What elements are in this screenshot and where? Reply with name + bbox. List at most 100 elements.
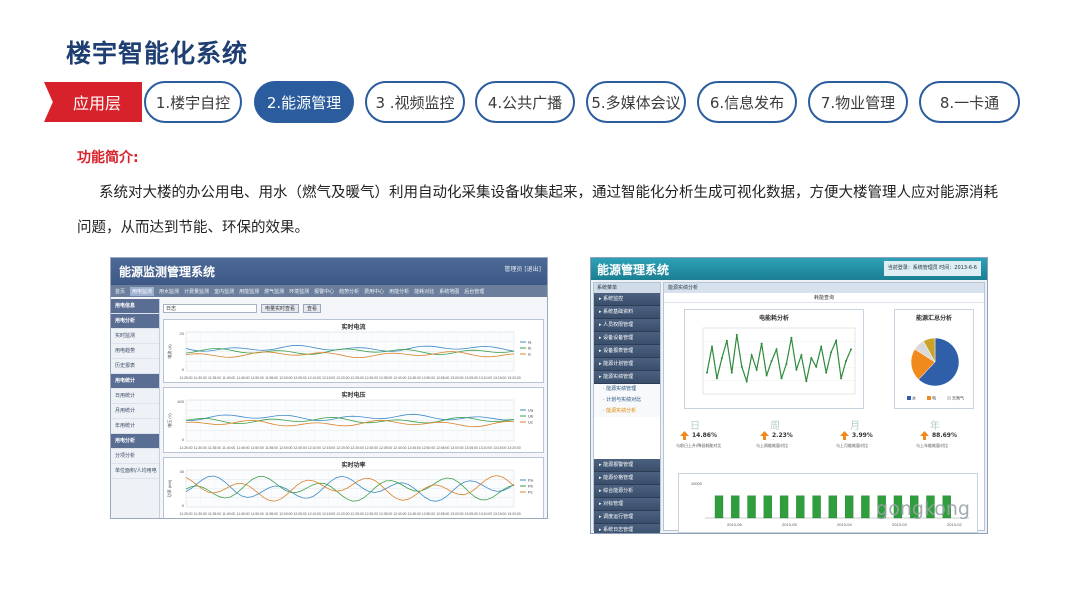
menu-item[interactable]: ▸ 设备设备管理	[594, 332, 660, 345]
power-chart-svg: 11:25:00 11:30:00 11:35:00 11:40:00 11:45:00…	[166, 469, 534, 516]
menu-item[interactable]: ▸ 能源报警管理	[594, 459, 660, 472]
nav-item[interactable]: 用能监测	[239, 288, 259, 295]
sidebar-item[interactable]: 年用统计	[111, 419, 159, 434]
nav-item[interactable]: 用水监测	[159, 288, 179, 295]
nav-item[interactable]: 用电监测	[130, 286, 155, 296]
stat-card: 月 3.99% 与上月能耗量对比	[830, 415, 910, 475]
legend-label: Pa	[528, 478, 534, 483]
sidebar-item[interactable]: 用电统计	[111, 374, 159, 389]
tab-one-card[interactable]: 8.一卡通	[919, 81, 1020, 123]
sidebar-item[interactable]: 分项分析	[111, 449, 159, 464]
x-tick-label: 12:35:00	[379, 446, 392, 450]
realtime-view-button[interactable]: 电量实时查看	[261, 303, 300, 313]
nav-item[interactable]: 计费量监测	[184, 288, 209, 295]
sidebar-menu: 系统菜单 ▸ 系统监控 ▸ 系统基础资料 ▸ 人员权限管理 ▸ 设备设备管理 ▸ 设备报表…	[593, 282, 661, 533]
menu-item[interactable]: ▸ 设备报表管理	[594, 345, 660, 358]
x-tick-label: 13:20:00	[507, 446, 520, 450]
submenu-item[interactable]: · 计划与实绩对比	[594, 395, 660, 406]
arrow-shape	[840, 431, 849, 440]
x-tick-label: 13:15:00	[493, 446, 506, 450]
tab-public-broadcast[interactable]: 4.公共广播	[475, 81, 575, 123]
nav-item[interactable]: 首页	[115, 288, 125, 295]
percent-value: 88.69%	[932, 432, 957, 439]
x-tick-label: 13:00:00	[450, 446, 463, 450]
nav-item[interactable]: 趋势分析	[339, 288, 359, 295]
tab-multimedia-meeting[interactable]: 5.多媒体会议	[586, 81, 686, 123]
tab-building-automation[interactable]: 1.楼宇自控	[144, 81, 242, 123]
menu-item[interactable]: ▸ 能源实绩管理	[594, 371, 660, 384]
x-tick-label: 11:30:00	[194, 376, 207, 380]
x-tick-label: 12:15:00	[322, 376, 335, 380]
x-tick-label: 12:25:00	[351, 446, 364, 450]
sidebar-item[interactable]: 用电信息	[111, 299, 159, 314]
nav-item[interactable]: 报警中心	[314, 288, 334, 295]
bar	[796, 495, 805, 519]
data-point	[795, 368, 798, 371]
menu-item[interactable]: ▸ 对标管理	[594, 498, 660, 511]
sidebar-item[interactable]: 单位面积/人均用电	[111, 464, 159, 479]
nav-item[interactable]: 室内监测	[214, 288, 234, 295]
x-tick-label: 11:25:00	[180, 446, 193, 450]
tab-info-release[interactable]: 6.信息发布	[697, 81, 797, 123]
legend-label: Pc	[528, 490, 533, 495]
menu-item[interactable]: ▸ 综合能源分析	[594, 485, 660, 498]
x-tick-label: 12:10:00	[308, 446, 321, 450]
tab-property-management[interactable]: 7.物业管理	[808, 81, 908, 123]
tab-energy-analysis[interactable]: 能源实绩分析	[664, 283, 984, 293]
nav-item[interactable]: 系统地图	[439, 288, 459, 295]
sidebar-item[interactable]: 用电分析	[111, 434, 159, 449]
data-point	[760, 342, 763, 345]
arrow-shape	[760, 431, 769, 440]
app-title: 能源管理系统	[597, 263, 670, 277]
menu-item[interactable]: ▸ 系统基础资料	[594, 306, 660, 319]
nav-item[interactable]: 费用中心	[364, 288, 384, 295]
nav-item[interactable]: 环境监测	[289, 288, 309, 295]
date-select[interactable]: 日志	[163, 303, 257, 313]
x-tick-label: 12:25:00	[351, 376, 364, 380]
tab-energy-management[interactable]: 2.能源管理	[254, 81, 354, 123]
bar	[714, 495, 724, 519]
nav-item[interactable]: 用能分析	[389, 288, 409, 295]
data-point	[775, 348, 778, 351]
menu-item[interactable]: ▸ 调度运行管理	[594, 511, 660, 524]
sidebar-item[interactable]: 日用统计	[111, 389, 159, 404]
y-axis-label: 功率 (kW)	[166, 479, 172, 497]
data-point	[820, 345, 823, 348]
breadcrumb: 耗能查询	[664, 293, 984, 303]
data-point	[805, 380, 808, 383]
sidebar-item[interactable]: 历史报表	[111, 359, 159, 374]
sidebar-item[interactable]: 用电趋势	[111, 344, 159, 359]
sidebar: 用电信息 用电分析 实时监测 用电趋势 历史报表 用电统计 日用统计 月用统计 年用统计 用电分析…	[111, 299, 160, 518]
consumption-line-chart	[702, 327, 856, 395]
sidebar-item[interactable]: 实时监测	[111, 329, 159, 344]
x-tick-label: 12:50:00	[422, 446, 435, 450]
nav-item[interactable]: 燃气监测	[264, 288, 284, 295]
submenu-item[interactable]: · 能源实绩分析	[594, 406, 660, 417]
sidebar-item[interactable]: 用电分析	[111, 314, 159, 329]
data-point	[790, 336, 793, 339]
tab-video-surveillance[interactable]: 3 .视频监控	[365, 81, 465, 123]
data-point	[840, 377, 843, 380]
submenu-item[interactable]: · 能源实绩管理	[594, 384, 660, 395]
x-tick-label: 12:40:00	[393, 446, 406, 450]
menu-item[interactable]: ▸ 系统监控	[594, 293, 660, 306]
query-button[interactable]: 查看	[303, 303, 322, 313]
x-tick-label: 2013-06	[727, 522, 742, 527]
chart-title: 电能耗分析	[758, 315, 789, 322]
nav-item[interactable]: 能耗对比	[414, 288, 434, 295]
menu-item[interactable]: ▸ 能源计划管理	[594, 358, 660, 371]
nav-item[interactable]: 后台管理	[464, 288, 484, 295]
menu-item[interactable]: ▸ 能源价格管理	[594, 472, 660, 485]
menu-item[interactable]: ▸ 系统日志管理	[594, 524, 660, 533]
x-tick-label: 11:25:00	[180, 376, 193, 380]
x-tick-label: 11:50:00	[251, 512, 264, 516]
x-tick-label: 12:00:00	[279, 446, 292, 450]
sidebar-item[interactable]: 月用统计	[111, 404, 159, 419]
data-point	[710, 345, 713, 348]
main-area: 能源实绩分析 耗能查询 电能耗分析 能源汇总分析 水 电 天然气 日 14.86% 与前…	[663, 282, 985, 533]
menu-item[interactable]: ▸ 人员权限管理	[594, 319, 660, 332]
bar	[812, 495, 821, 519]
main-area: 日志 电量实时查看 查看 实时电流 11:25:00 11:30:00 11:35:…	[163, 301, 544, 518]
energy-management-screenshot: 能源管理系统 当前登录：系统管理员 时间：2013-6-6 系统菜单 ▸ 系统监控…	[590, 257, 988, 534]
user-info[interactable]: 管理员 [退出]	[504, 264, 541, 273]
